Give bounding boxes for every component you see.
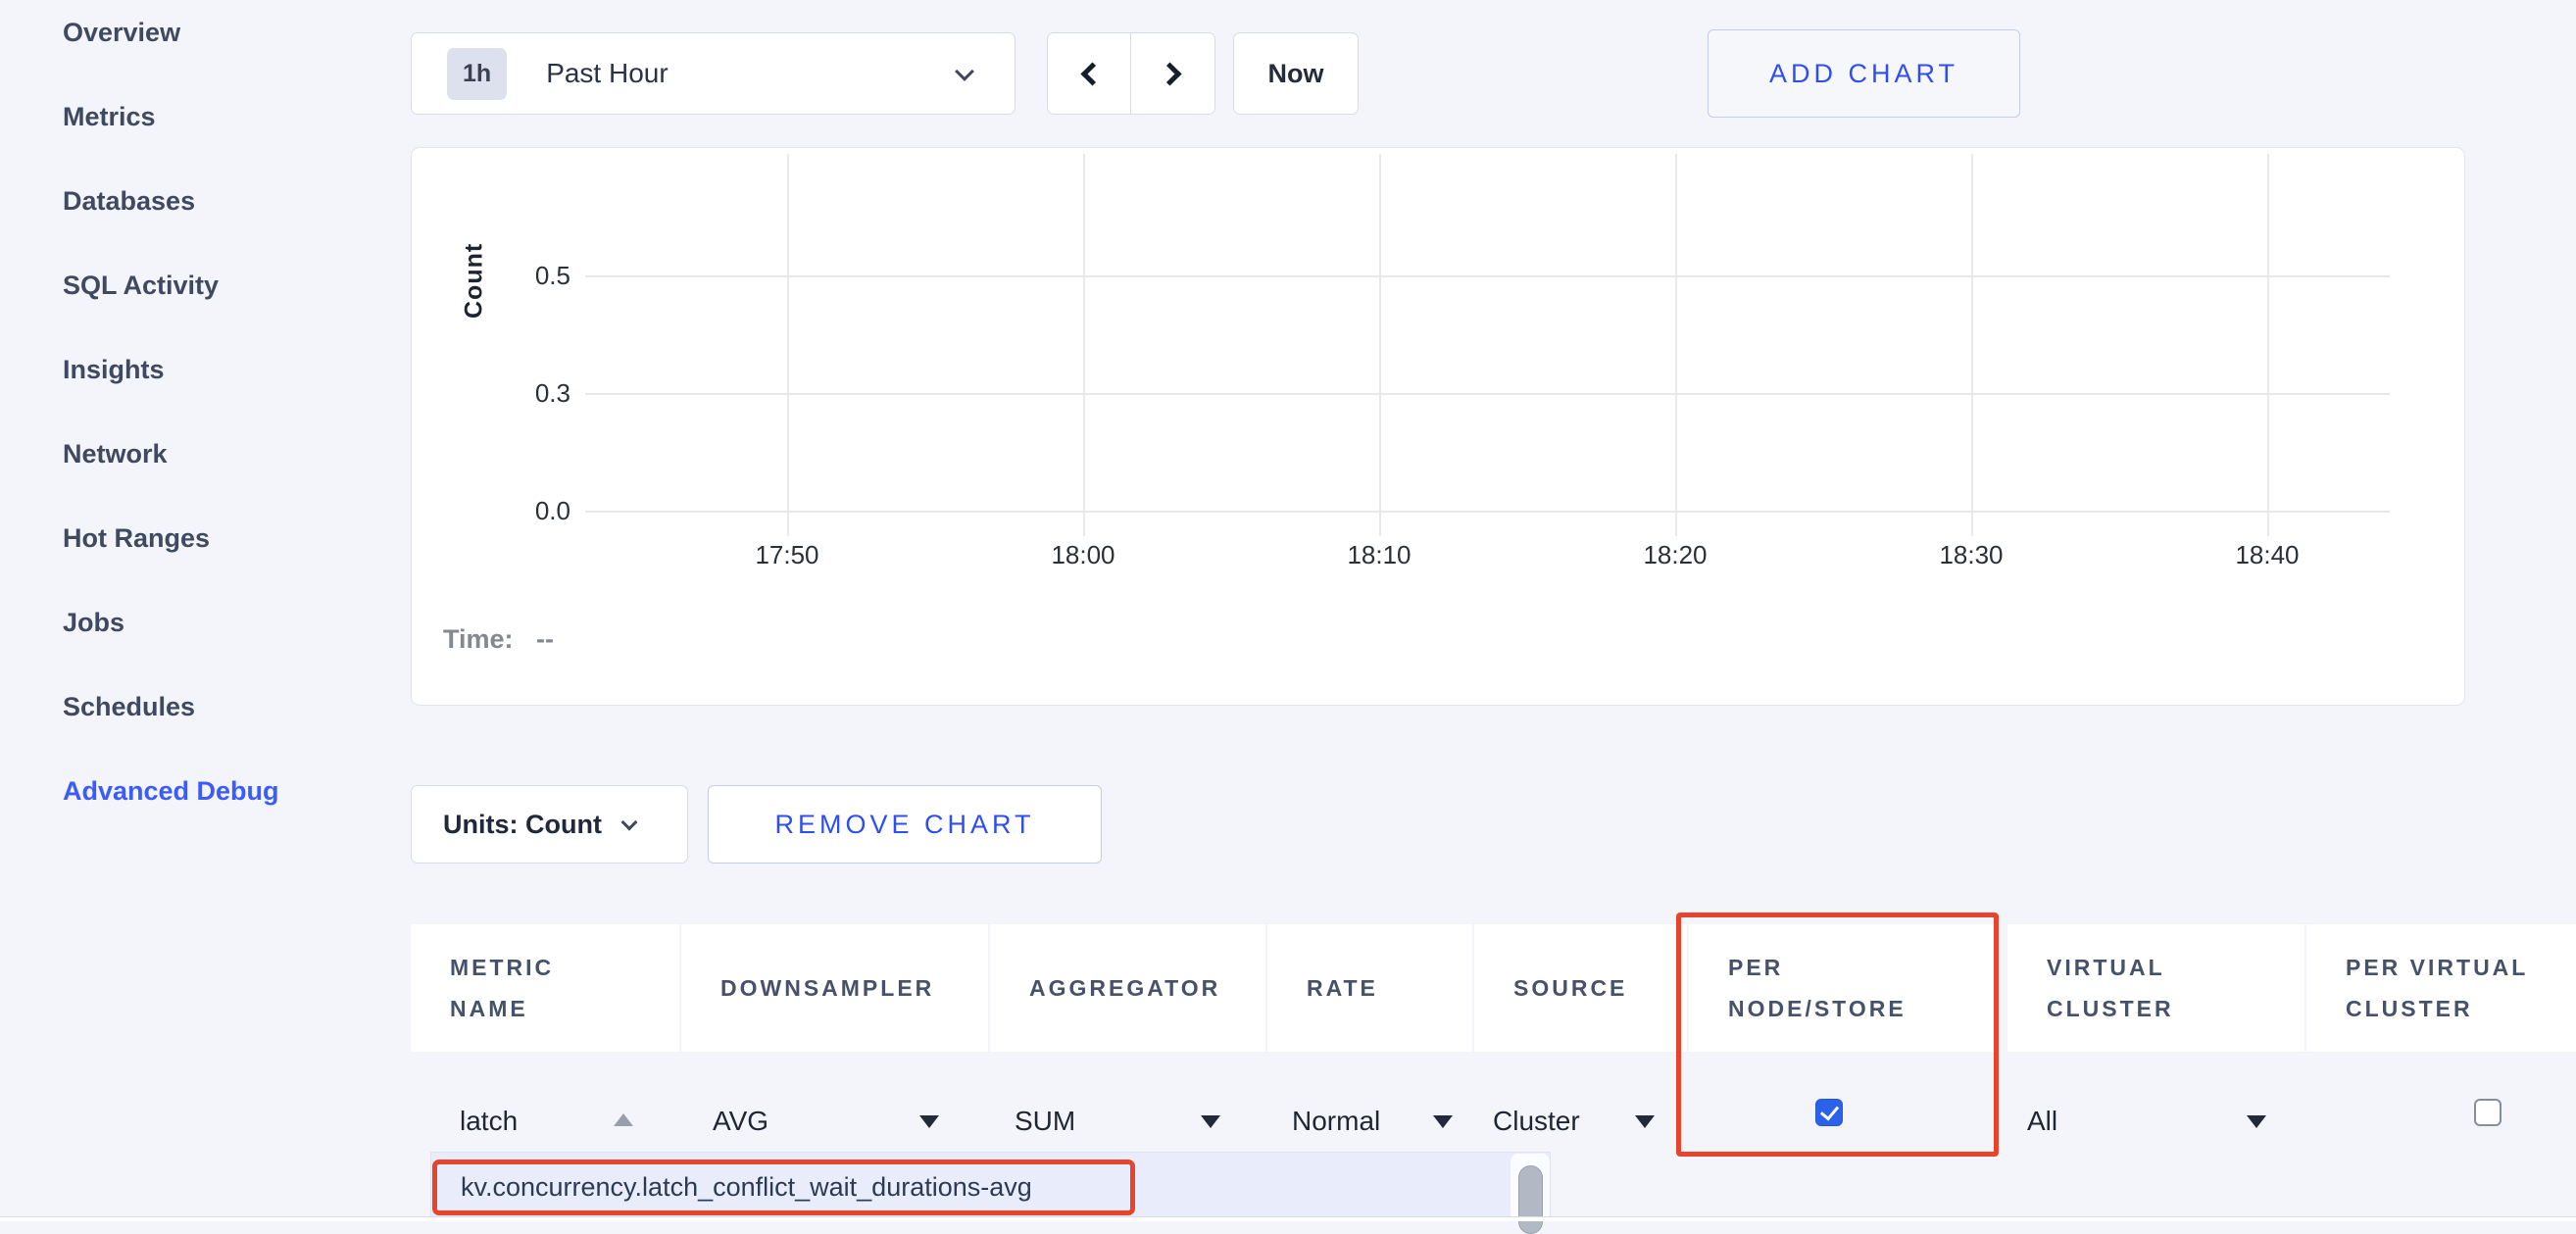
time-step-buttons	[1047, 32, 1215, 115]
header-line: CLUSTER	[2346, 988, 2576, 1029]
gridline	[585, 393, 2390, 395]
rate-select[interactable]: Normal	[1292, 1106, 1380, 1137]
header-virtual-cluster: VIRTUAL CLUSTER	[2007, 924, 2304, 1052]
header-aggregator: AGGREGATOR	[990, 924, 1265, 1052]
header-line: VIRTUAL	[2047, 947, 2304, 988]
x-tick: 18:20	[1597, 540, 1754, 570]
downsampler-select[interactable]: AVG	[713, 1106, 768, 1137]
dropdown-arrow-icon[interactable]	[1201, 1115, 1220, 1128]
sidebar-item-hot-ranges[interactable]: Hot Ranges	[63, 523, 357, 558]
y-axis-label: Count	[457, 205, 492, 357]
chevron-right-icon	[1158, 62, 1181, 85]
header-per-virtual-cluster: PER VIRTUAL CLUSTER	[2306, 924, 2576, 1052]
sidebar-item-advanced-debug[interactable]: Advanced Debug	[63, 776, 357, 811]
sidebar-item-sql-activity[interactable]: SQL Activity	[63, 271, 357, 305]
dropdown-scrollbar-thumb[interactable]	[1518, 1165, 1543, 1234]
sort-up-icon[interactable]	[614, 1113, 633, 1126]
metric-suggestion-item[interactable]: kv.concurrency.latch_conflict_wait_durat…	[461, 1172, 1032, 1203]
next-suggestion-row-edge	[0, 1216, 2576, 1221]
gridline	[2267, 154, 2269, 536]
y-tick-0-3: 0.3	[490, 377, 570, 409]
sidebar-item-network[interactable]: Network	[63, 439, 357, 473]
previous-range-button[interactable]	[1047, 32, 1131, 115]
chevron-down-icon	[955, 62, 974, 81]
gridline	[1379, 154, 1381, 536]
gridline	[787, 154, 789, 536]
time-range-select[interactable]: 1h Past Hour	[411, 32, 1016, 115]
gridline	[585, 511, 2390, 513]
header-source: SOURCE	[1474, 924, 1687, 1052]
x-tick: 18:40	[2189, 540, 2346, 570]
header-line: DOWNSAMPLER	[720, 967, 988, 1009]
header-line: NAME	[450, 988, 679, 1029]
gridline	[1971, 154, 1973, 536]
time-range-badge: 1h	[447, 48, 507, 100]
dropdown-arrow-icon[interactable]	[2247, 1115, 2266, 1128]
gridline	[585, 275, 2390, 277]
custom-chart-card: Count 0.5 0.3 0.0 17:50 18:00 18:10 18:2…	[411, 147, 2465, 706]
time-label: Time:	[443, 624, 514, 654]
sidebar-item-metrics[interactable]: Metrics	[63, 102, 357, 136]
header-downsampler: DOWNSAMPLER	[681, 924, 988, 1052]
remove-chart-button[interactable]: REMOVE CHART	[708, 785, 1102, 864]
header-per-node-store: PER NODE/STORE	[1689, 924, 1995, 1052]
header-line: RATE	[1307, 967, 1472, 1009]
x-tick: 18:10	[1301, 540, 1458, 570]
next-range-button[interactable]	[1131, 32, 1215, 115]
units-select[interactable]: Units: Count	[411, 785, 688, 864]
dropdown-arrow-icon[interactable]	[1635, 1115, 1655, 1128]
sidebar-item-schedules[interactable]: Schedules	[63, 692, 357, 726]
header-rate: RATE	[1267, 924, 1472, 1052]
dropdown-arrow-icon[interactable]	[1433, 1115, 1453, 1128]
units-label: Units: Count	[443, 810, 602, 840]
per-node-store-checkbox[interactable]	[1815, 1099, 1843, 1126]
source-select[interactable]: Cluster	[1493, 1106, 1580, 1137]
sidebar-item-overview[interactable]: Overview	[63, 18, 357, 52]
x-tick: 18:30	[1893, 540, 2050, 570]
header-line: NODE/STORE	[1728, 988, 1995, 1029]
header-metric-name: METRIC NAME	[411, 924, 679, 1052]
metric-name-input[interactable]: latch	[460, 1106, 518, 1137]
hover-time-readout: Time: --	[443, 624, 554, 655]
gridline	[1083, 154, 1085, 536]
sidebar-item-insights[interactable]: Insights	[63, 355, 357, 389]
y-tick-0-5: 0.5	[490, 260, 570, 291]
x-tick: 17:50	[709, 540, 866, 570]
aggregator-select[interactable]: SUM	[1015, 1106, 1075, 1137]
virtual-cluster-select[interactable]: All	[2027, 1106, 2057, 1137]
sidebar-nav: Overview Metrics Databases SQL Activity …	[63, 18, 357, 861]
advanced-debug-custom-chart-page: Overview Metrics Databases SQL Activity …	[0, 0, 2576, 1221]
y-tick-0-0: 0.0	[490, 495, 570, 526]
sidebar-item-databases[interactable]: Databases	[63, 186, 357, 221]
chevron-down-icon	[620, 814, 637, 831]
header-line: CLUSTER	[2047, 988, 2304, 1029]
dropdown-arrow-icon[interactable]	[919, 1115, 939, 1128]
add-chart-button[interactable]: ADD CHART	[1708, 29, 2020, 118]
now-button[interactable]: Now	[1233, 32, 1359, 115]
header-line: PER	[1728, 947, 1995, 988]
time-range-label: Past Hour	[546, 58, 669, 89]
sidebar-item-jobs[interactable]: Jobs	[63, 608, 357, 642]
header-line: METRIC	[450, 947, 679, 988]
header-line: SOURCE	[1513, 967, 1687, 1009]
gridline	[1675, 154, 1677, 536]
x-tick: 18:00	[1005, 540, 1162, 570]
header-line: PER VIRTUAL	[2346, 947, 2576, 988]
per-virtual-cluster-checkbox[interactable]	[2474, 1099, 2502, 1126]
chevron-left-icon	[1080, 62, 1104, 85]
time-value: --	[536, 624, 554, 654]
header-line: AGGREGATOR	[1029, 967, 1265, 1009]
